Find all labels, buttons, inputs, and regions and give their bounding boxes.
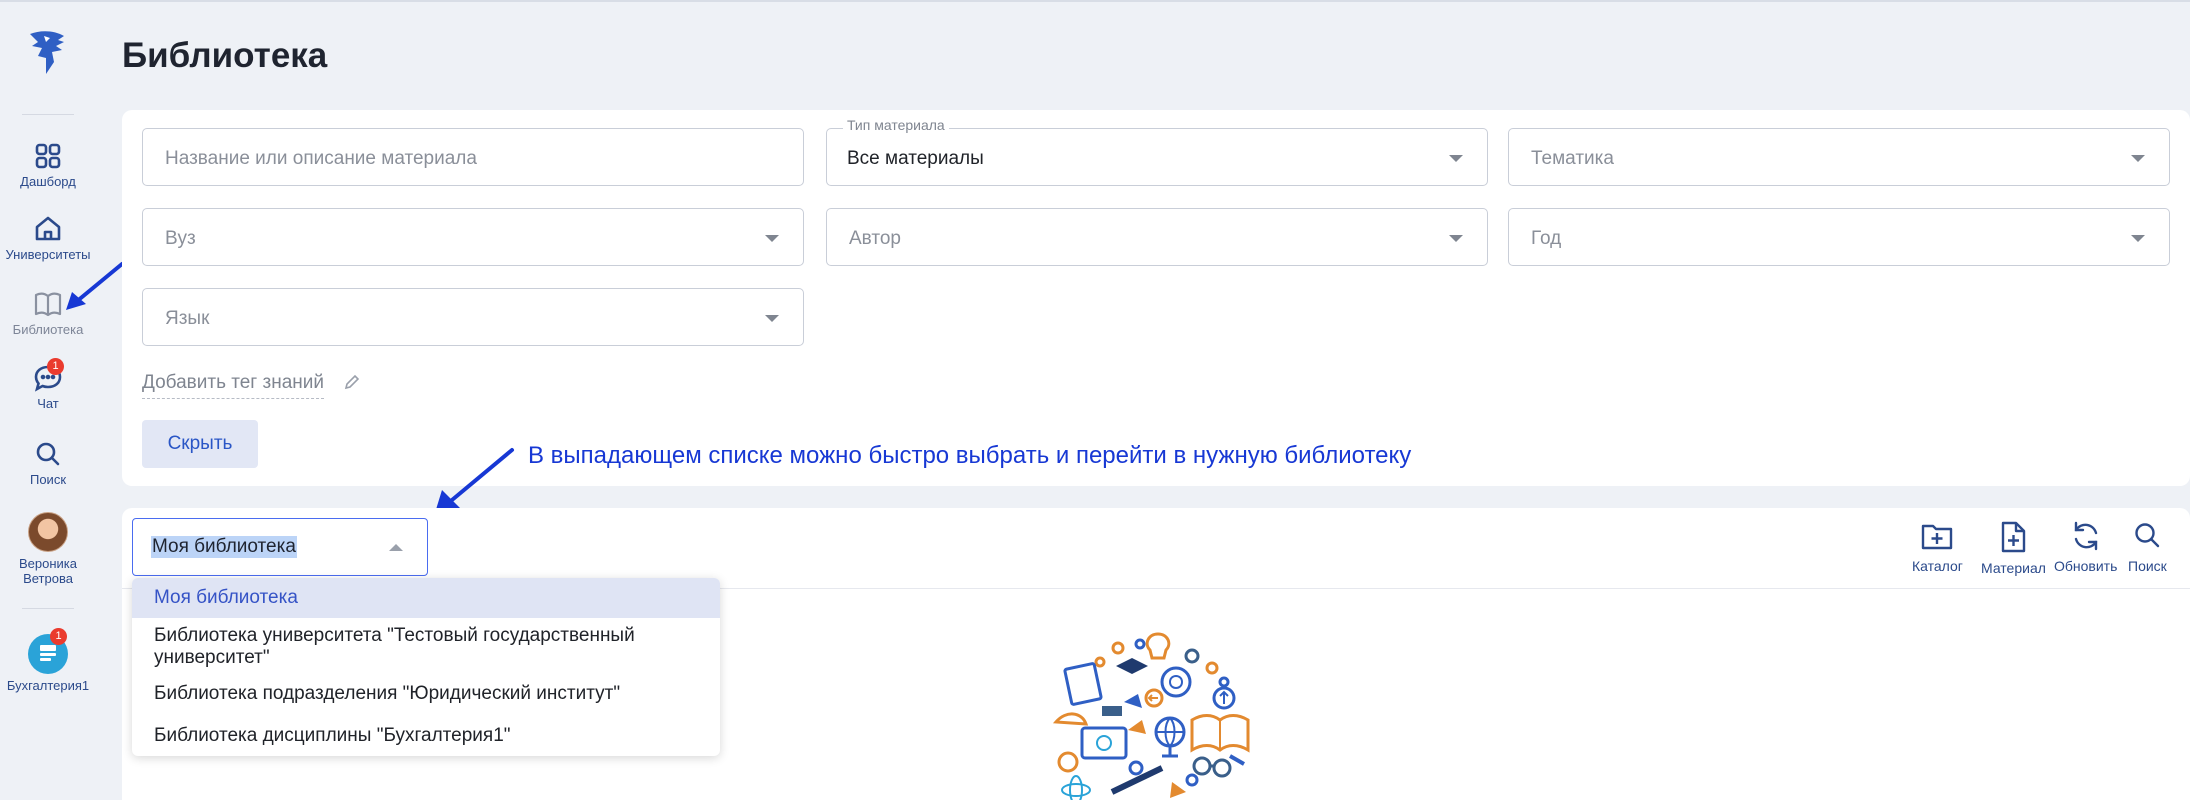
hide-filters-button[interactable]: Скрыть [142,420,258,468]
sidebar-item-label: Вероника Ветрова [18,556,77,586]
pencil-icon[interactable] [344,374,360,390]
refresh-button[interactable]: Обновить [2054,520,2117,574]
book-icon [34,292,62,317]
material-type-select[interactable]: Тип материала Все материалы [826,117,1488,186]
material-search-input[interactable]: Название или описание материала [142,128,804,186]
topic-select[interactable]: Тематика [1508,128,2170,186]
library-select-value: Моя библиотека [151,536,297,558]
search-icon [2135,523,2160,548]
arrow-annotation-sidebar [66,262,124,310]
dropdown-option[interactable]: Библиотека дисциплины "Бухгалтерия1" [132,716,720,756]
author-select[interactable]: Автор [826,208,1488,266]
annotation-text: В выпадающем списке можно быстро выбрать… [528,442,1412,469]
avatar [28,512,68,552]
refresh-icon [2074,521,2097,551]
logo-icon[interactable] [24,28,70,78]
sidebar-item-universities[interactable]: Университеты [0,215,96,262]
filter-panel: Название или описание материала Тип мате… [122,110,2190,486]
search-icon [36,442,60,466]
search-label: Поиск [2128,558,2167,574]
catalog-label: Каталог [1912,558,1963,574]
field-label: Тип материала [843,117,949,133]
sidebar-item-label: Поиск [29,472,67,487]
sidebar-item-label: Библиотека [12,322,84,337]
page-title: Библиотека [122,36,328,75]
library-select[interactable]: Моя библиотека [132,518,428,576]
library-search-button[interactable]: Поиск [2128,520,2167,574]
sidebar: Дашборд Университеты Библиотека 1 Чат По… [0,2,96,800]
sidebar-item-dashboard[interactable]: Дашборд [0,142,96,189]
sidebar-item-accounting[interactable]: 1 Бухгалтерия1 [0,628,96,693]
chevron-down-icon [2131,155,2145,162]
language-select[interactable]: Язык [142,288,804,346]
select-placeholder: Вуз [165,228,196,249]
grid-icon [35,143,61,169]
sidebar-item-profile[interactable]: Вероника Ветрова [0,512,96,586]
sidebar-divider [22,114,74,115]
education-illustration [1052,632,1250,800]
sidebar-item-label: Бухгалтерия1 [6,678,90,693]
chevron-down-icon [765,315,779,322]
accounting-badge: 1 [50,628,67,645]
chevron-down-icon [2131,235,2145,242]
home-icon [35,216,61,241]
select-placeholder: Год [1531,228,1562,249]
chevron-up-icon [389,544,403,551]
select-placeholder: Автор [849,228,901,249]
chevron-down-icon [1449,235,1463,242]
sidebar-item-label: Чат [37,396,59,411]
chevron-down-icon [1449,155,1463,162]
folder-plus-icon [1922,524,1953,550]
library-dropdown-menu: Моя библиотека Библиотека университета "… [132,578,720,756]
material-label: Материал [1981,560,2046,576]
university-select[interactable]: Вуз [142,208,804,266]
material-button[interactable]: Материал [1981,520,2046,576]
input-placeholder: Название или описание материала [165,148,477,169]
dropdown-option[interactable]: Библиотека подразделения "Юридический ин… [132,678,720,716]
add-tag-link[interactable]: Добавить тег знаний [142,372,325,399]
year-select[interactable]: Год [1508,208,2170,266]
dropdown-option[interactable]: Библиотека университета "Тестовый госуда… [132,618,720,678]
file-plus-icon [2002,521,2026,553]
refresh-label: Обновить [2054,558,2118,574]
chat-badge: 1 [47,358,64,375]
sidebar-divider [22,608,74,609]
select-placeholder: Тематика [1531,148,1614,169]
top-border [0,0,2190,2]
sidebar-item-search[interactable]: Поиск [0,440,96,487]
catalog-button[interactable]: Каталог [1912,520,1963,574]
select-value: Все материалы [847,148,984,169]
sidebar-item-chat[interactable]: 1 Чат [0,358,96,411]
sidebar-item-label: Дашборд [20,174,76,189]
dropdown-option[interactable]: Моя библиотека [132,578,720,618]
select-placeholder: Язык [165,308,210,329]
chevron-down-icon [765,235,779,242]
